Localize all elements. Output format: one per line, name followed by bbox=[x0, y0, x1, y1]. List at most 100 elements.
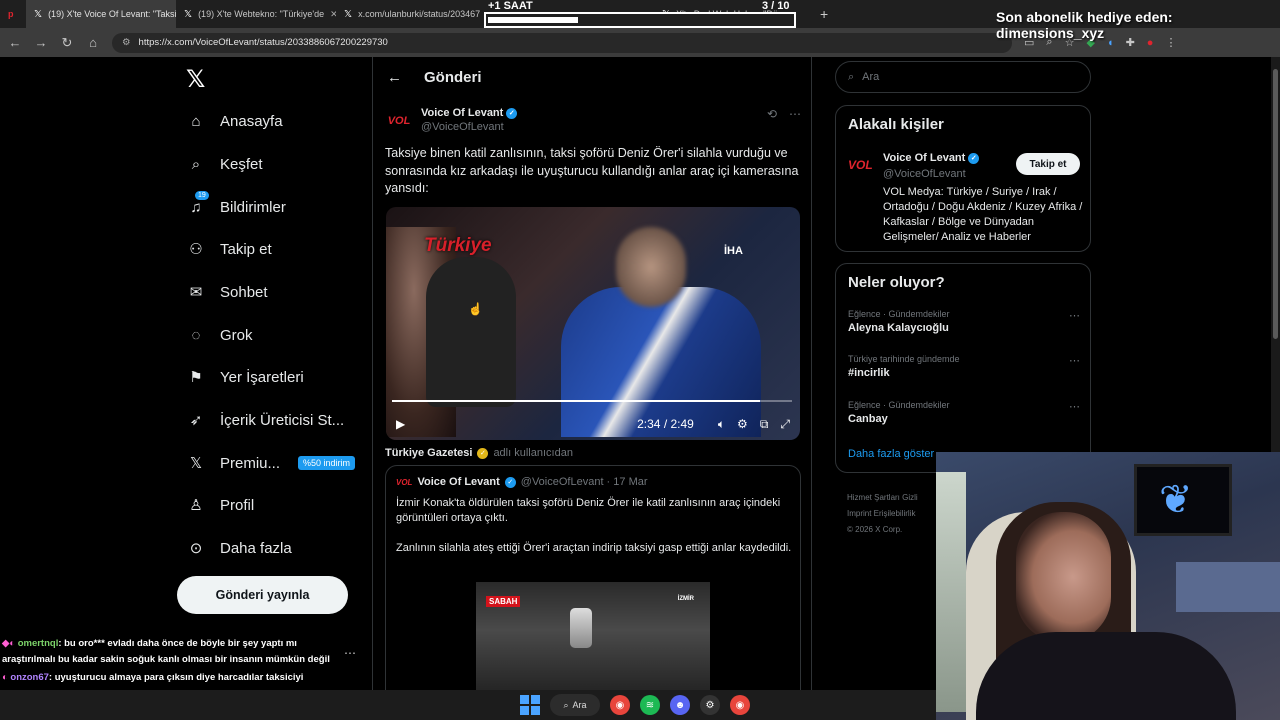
picture-in-picture-icon[interactable]: ⧉ bbox=[760, 417, 769, 432]
quoted-image[interactable]: SABAH İZMİR bbox=[476, 582, 710, 697]
find-bar[interactable] bbox=[484, 12, 796, 28]
settings-gear-icon[interactable]: ⚙ bbox=[737, 417, 748, 431]
tab-label: (19) X'te Webtekno: "Türkiye'de bbox=[198, 9, 325, 19]
back-icon[interactable]: ← bbox=[8, 35, 22, 50]
footer-line: © 2026 X Corp. bbox=[847, 525, 903, 534]
more-circle-icon: ⊙ bbox=[189, 540, 203, 557]
webcam-overlay: ❦ bbox=[936, 452, 1280, 720]
trend-category: Eğlence · Gündemdekiler bbox=[848, 400, 950, 410]
search-icon: ⌕ bbox=[563, 699, 569, 710]
tab-ulanburki[interactable]: 𝕏 x.com/ulanburki/status/203467 bbox=[336, 0, 482, 28]
play-icon[interactable]: ▶ bbox=[396, 417, 405, 431]
forward-icon[interactable]: → bbox=[34, 35, 48, 50]
account-more-icon[interactable]: ⋯ bbox=[344, 646, 356, 660]
find-input[interactable] bbox=[488, 17, 578, 23]
related-name[interactable]: Voice Of Levant bbox=[883, 152, 965, 164]
trend-title: Aleyna Kalaycıoğlu bbox=[848, 322, 949, 334]
avatar[interactable]: VOL bbox=[385, 107, 413, 135]
tab-webtekno[interactable]: 𝕏 (19) X'te Webtekno: "Türkiye'de ✕ bbox=[176, 0, 336, 28]
tab-label: (19) X'te Voice Of Levant: "Taksi bbox=[48, 9, 176, 19]
scrollbar-thumb[interactable] bbox=[1273, 69, 1278, 339]
trend-title: #incirlik bbox=[848, 367, 890, 379]
footer-line[interactable]: Hizmet Şartları Gizli bbox=[847, 490, 918, 506]
nav-label: İçerik Üreticisi St... bbox=[220, 411, 345, 429]
show-more-link[interactable]: Daha fazla göster bbox=[848, 448, 934, 460]
nav-home[interactable]: ⌂ Anasayfa bbox=[186, 111, 282, 131]
new-tab-button[interactable]: + bbox=[812, 6, 836, 22]
footer-line[interactable]: Imprint Erişilebilirlik bbox=[847, 506, 918, 522]
verified-icon: ✓ bbox=[504, 476, 516, 488]
taskbar: ⌕ Ara ◉ ≋ ☻ ⚙ ◉ bbox=[0, 690, 936, 720]
quoted-text-para2: Zanlının silahla ateş ettiği Örer'i araç… bbox=[396, 542, 792, 554]
source-name[interactable]: Türkiye Gazetesi bbox=[385, 447, 472, 459]
video-time: 2:34 / 2:49 bbox=[637, 417, 694, 431]
avatar: VOL bbox=[396, 477, 413, 487]
home-icon: ⌂ bbox=[191, 112, 201, 130]
rocket-icon: ➶ bbox=[189, 412, 203, 429]
post-button[interactable]: Gönderi yayınla bbox=[177, 576, 348, 614]
author-handle[interactable]: @VoiceOfLevant bbox=[421, 121, 517, 133]
steam-icon[interactable]: ⚙ bbox=[700, 695, 720, 715]
nav-grok[interactable]: ◌ Grok bbox=[186, 325, 253, 345]
x-logo-icon[interactable]: 𝕏 bbox=[186, 65, 205, 93]
search-input[interactable]: ⌕ Ara bbox=[835, 61, 1091, 93]
discord-icon[interactable]: ☻ bbox=[670, 695, 690, 715]
reload-icon[interactable]: ↻ bbox=[60, 35, 74, 51]
bell-icon: ♫ 19 bbox=[186, 191, 209, 217]
browser-favicon[interactable]: p bbox=[0, 0, 26, 28]
url-field[interactable]: ⚙ https://x.com/VoiceOfLevant/status/203… bbox=[112, 32, 1012, 53]
video-progress-bar[interactable] bbox=[392, 400, 792, 402]
post-header: ← Gönderi bbox=[373, 57, 811, 97]
follow-button[interactable]: Takip et bbox=[1016, 153, 1080, 175]
windows-start-icon[interactable] bbox=[520, 695, 540, 715]
chat-username: omertnql bbox=[17, 638, 59, 649]
more-icon[interactable]: ⋯ bbox=[1069, 400, 1080, 413]
grok-explain-icon[interactable]: ⟲ bbox=[767, 107, 777, 121]
more-icon[interactable]: ⋯ bbox=[1069, 309, 1080, 322]
nav-creator-studio[interactable]: ➶ İçerik Üreticisi St... bbox=[186, 410, 344, 430]
nav-premium[interactable]: 𝕏 Premiu... %50 indirim bbox=[186, 453, 356, 473]
chrome-icon[interactable]: ◉ bbox=[610, 695, 630, 715]
verified-icon: ✓ bbox=[968, 152, 980, 164]
webcam-body bbox=[976, 632, 1236, 720]
post-author[interactable]: VOL Voice Of Levant ✓ @VoiceOfLevant bbox=[385, 107, 518, 135]
nav-bookmarks[interactable]: ⚑ Yer İşaretleri bbox=[186, 367, 303, 387]
add-user-icon: ⚇ bbox=[189, 241, 203, 258]
izmir-tag: İZMİR bbox=[677, 596, 694, 602]
spotify-icon[interactable]: ≋ bbox=[640, 695, 660, 715]
trend-item[interactable]: Eğlence · Gündemdekiler Aleyna Kalaycıoğ… bbox=[848, 309, 1080, 334]
nav-explore[interactable]: ⌕ Keşfet bbox=[186, 154, 263, 174]
trend-item[interactable]: Eğlence · Gündemdekiler Canbay ⋯ bbox=[848, 400, 1080, 425]
trend-item[interactable]: Türkiye tarihinde gündemde #incirlik ⋯ bbox=[848, 354, 1080, 379]
taskbar-search[interactable]: ⌕ Ara bbox=[550, 694, 600, 716]
fullscreen-icon[interactable]: ⤢ bbox=[780, 417, 790, 432]
post-text: Taksiye binen katil zanlısının, taksi şo… bbox=[385, 146, 799, 195]
nav-chat[interactable]: ✉ Sohbet bbox=[186, 282, 268, 302]
video-frame-face-blurred bbox=[616, 227, 686, 307]
nav-more[interactable]: ⊙ Daha fazla bbox=[186, 538, 292, 558]
page-title: Gönderi bbox=[424, 68, 482, 86]
back-arrow-icon[interactable]: ← bbox=[387, 69, 402, 86]
site-info-icon[interactable]: ⚙ bbox=[122, 37, 131, 48]
nav-follow[interactable]: ⚇ Takip et bbox=[186, 239, 271, 259]
nav-label: Daha fazla bbox=[220, 539, 292, 557]
quoted-post[interactable]: VOL Voice Of Levant ✓ @VoiceOfLevant · 1… bbox=[385, 465, 801, 697]
more-icon[interactable]: ⋯ bbox=[789, 107, 801, 121]
related-bio: VOL Medya: Türkiye / Suriye / Irak / Ort… bbox=[883, 186, 1083, 243]
nav-profile[interactable]: ♙ Profil bbox=[186, 495, 254, 515]
author-name[interactable]: Voice Of Levant bbox=[421, 107, 503, 119]
more-icon[interactable]: ⋯ bbox=[1069, 354, 1080, 367]
volume-icon[interactable]: 🔈︎ bbox=[718, 417, 725, 432]
video-player[interactable]: Türkiye İHA ☝ ▶ 2:34 / 2:49 🔈︎ ⚙ ⧉ ⤢ bbox=[386, 207, 800, 440]
chat-badge-icon: ◐ bbox=[2, 672, 8, 683]
avatar[interactable]: VOL bbox=[848, 158, 873, 172]
chrome-profile-icon[interactable]: ◉ bbox=[730, 695, 750, 715]
home-icon[interactable]: ⌂ bbox=[86, 35, 100, 50]
source-suffix: adlı kullanıcıdan bbox=[493, 447, 573, 459]
trends-title: Neler oluyor? bbox=[848, 274, 945, 291]
taskbar-search-label: Ara bbox=[572, 700, 587, 710]
video-controls: ▶ 2:34 / 2:49 🔈︎ ⚙ ⧉ ⤢ bbox=[386, 412, 800, 436]
nav-notifications[interactable]: ♫ 19 Bildirimler bbox=[186, 191, 286, 217]
related-handle[interactable]: @VoiceOfLevant bbox=[883, 168, 966, 180]
tab-voice-of-levant[interactable]: 𝕏 (19) X'te Voice Of Levant: "Taksi ✕ bbox=[26, 0, 176, 28]
